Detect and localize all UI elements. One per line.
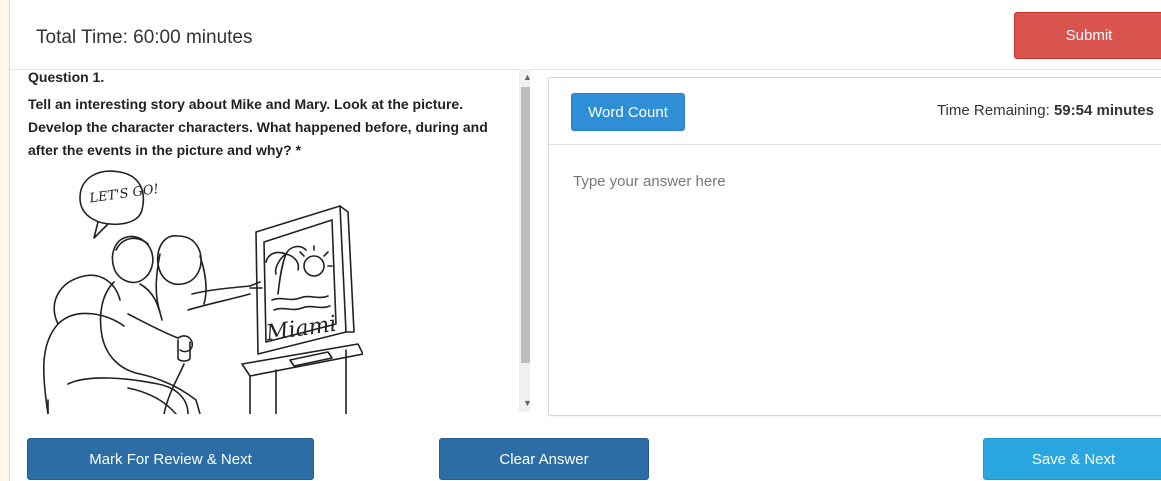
time-remaining-label: Time Remaining: xyxy=(936,102,1050,119)
scroll-thumb[interactable] xyxy=(521,87,530,363)
exam-header: Total Time: 60:00 minutes Submit xyxy=(10,0,1161,70)
submit-button[interactable]: Submit xyxy=(1014,12,1161,59)
total-time: Total Time: 60:00 minutes xyxy=(36,27,253,48)
answer-panel: Word Count Time Remaining: 59:54 minutes xyxy=(548,77,1161,416)
question-pane: Question 1. Tell an interesting story ab… xyxy=(16,69,530,415)
time-remaining-value: 59:54 minutes xyxy=(1053,102,1154,119)
question-scrollbar[interactable]: ▲ ▼ xyxy=(519,69,530,412)
speech-bubble-text-1: LET'S GO! xyxy=(88,182,160,207)
answer-panel-header: Word Count Time Remaining: 59:54 minutes xyxy=(549,78,1161,145)
clear-answer-button[interactable]: Clear Answer xyxy=(439,438,649,480)
scroll-down-arrow-icon[interactable]: ▼ xyxy=(519,395,530,412)
time-remaining: Time Remaining: 59:54 minutes xyxy=(937,102,1154,119)
screen-text: Miami xyxy=(264,312,338,347)
scroll-up-arrow-icon[interactable]: ▲ xyxy=(519,69,530,86)
question-image: LET'S GO! Miami xyxy=(42,170,363,414)
question-text: Tell an interesting story about Mike and… xyxy=(28,96,488,158)
question-number: Question 1. xyxy=(28,69,105,85)
answer-input[interactable] xyxy=(573,173,1133,403)
exam-window: Total Time: 60:00 minutes Submit Questio… xyxy=(9,0,1161,481)
save-next-button[interactable]: Save & Next xyxy=(983,438,1161,480)
word-count-button[interactable]: Word Count xyxy=(571,93,685,131)
mark-for-review-button[interactable]: Mark For Review & Next xyxy=(27,438,314,480)
